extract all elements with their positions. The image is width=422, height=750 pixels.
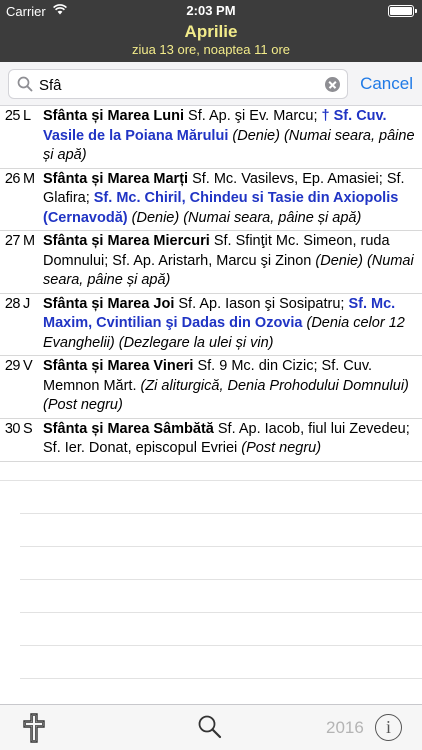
info-icon[interactable]: i: [375, 714, 402, 741]
feast-text: Sfânta și Marea Marți Sf. Mc. Vasilevs, …: [41, 169, 422, 231]
weekday-letter: M: [23, 233, 36, 249]
day-number: 28: [4, 295, 21, 312]
feast-name: Sfânta și Marea Luni: [43, 108, 185, 124]
day-number: 29: [4, 358, 21, 374]
list-item[interactable]: 27 M Sfânta și Marea Miercuri Sf. Sfinţit …: [0, 231, 422, 294]
bottom-toolbar: 2016 i: [0, 704, 422, 750]
battery-icon: [388, 5, 417, 17]
feast-text: Sfânta și Marea Miercuri Sf. Sfinţit Mc.…: [41, 231, 422, 293]
day-number: 27: [4, 233, 21, 249]
search-bar: Cancel: [0, 62, 422, 106]
day-number: 25: [4, 108, 21, 124]
feast-detail: (Denie) (Numai seara, pâine și apă): [127, 209, 362, 226]
search-icon: [17, 76, 33, 92]
clear-icon[interactable]: [325, 77, 340, 92]
feast-text: Sfânta și Marea Vineri Sf. 9 Mc. din Ciz…: [41, 356, 422, 418]
list-item[interactable]: 30 S Sfânta și Marea Sâmbătă Sf. Ap. Iacob…: [0, 418, 422, 462]
weekday-letter: V: [23, 358, 33, 374]
feast-detail: (Post negru): [241, 440, 322, 456]
status-bar: Carrier 2:03 PM: [0, 0, 422, 22]
feast-text: Sfânta și Marea Luni Sf. Ap. şi Ev. Marc…: [41, 106, 422, 168]
weekday-letter: J: [23, 295, 31, 312]
weekday-letter: M: [23, 170, 36, 187]
feast-text: Sfânta și Marea Sâmbătă Sf. Ap. Iacob, f…: [41, 419, 422, 461]
feast-name: Sfânta și Marea Joi: [43, 295, 175, 312]
day-number: 26: [4, 170, 21, 187]
cancel-button[interactable]: Cancel: [360, 74, 413, 94]
feast-list[interactable]: 25 L Sfânta și Marea Luni Sf. Ap. şi Ev. M…: [0, 106, 422, 704]
feast-name: Sfânta și Marea Sâmbătă: [43, 420, 214, 437]
list-item[interactable]: 28 J Sfânta și Marea Joi Sf. Ap. Iason şi …: [0, 293, 422, 356]
search-tab-icon[interactable]: [197, 714, 223, 740]
feast-name: Sfânta și Marea Vineri: [43, 358, 194, 374]
feast-name: Sfânta și Marea Marți: [43, 170, 189, 187]
feast-detail: Sf. Ap. Iason şi Sosipatru;: [174, 295, 349, 312]
daylight-subtitle: ziua 13 ore, noaptea 11 ore: [131, 42, 291, 57]
search-input[interactable]: [39, 74, 319, 96]
weekday-letter: L: [23, 108, 32, 124]
list-item[interactable]: 26 M Sfânta și Marea Marți Sf. Mc. Vasilev…: [0, 168, 422, 231]
year-button[interactable]: 2016: [326, 718, 364, 738]
list-item[interactable]: 25 L Sfânta și Marea Luni Sf. Ap. şi Ev. M…: [0, 106, 422, 169]
month-title: Aprilie: [184, 22, 238, 41]
weekday-letter: S: [23, 420, 33, 437]
list-item[interactable]: 29 V Sfânta și Marea Vineri Sf. 9 Mc. din …: [0, 356, 422, 419]
cross-icon[interactable]: [22, 713, 46, 743]
day-number: 30: [4, 420, 21, 437]
feast-detail: Sf. Ap. şi Ev. Marcu;: [184, 108, 322, 124]
clock: 2:03 PM: [186, 3, 236, 18]
feast-name: Sfânta și Marea Miercuri: [43, 233, 210, 249]
header: Carrier 2:03 PM Aprilie ziua 13 ore, noa…: [0, 0, 422, 62]
search-field[interactable]: [8, 69, 348, 99]
feast-text: Sfânta și Marea Joi Sf. Ap. Iason şi Sos…: [41, 294, 422, 356]
